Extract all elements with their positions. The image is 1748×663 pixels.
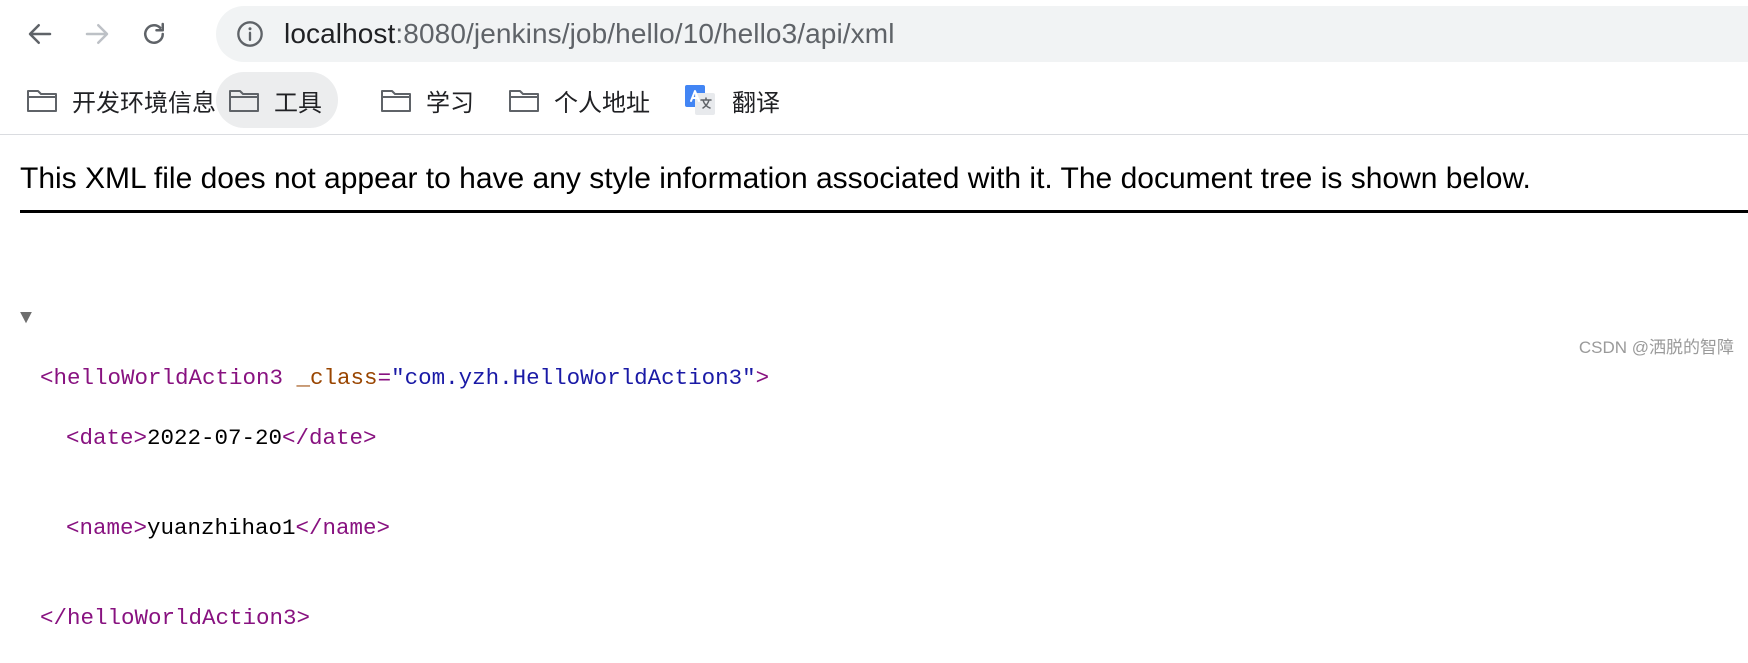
xml-name-element: <name>yuanzhihao1</name> — [66, 513, 390, 543]
address-bar[interactable]: localhost:8080/jenkins/job/hello/10/hell… — [216, 6, 1748, 62]
bookmark-label: 学习 — [426, 89, 474, 117]
xml-tag: </date> — [282, 425, 377, 451]
bookmark-label: 开发环境信息 — [72, 89, 216, 117]
xml-tag: <date> — [66, 425, 148, 451]
bookmark-folder-tools[interactable]: 工具 — [216, 72, 338, 128]
folder-icon — [27, 90, 57, 112]
watermark: CSDN @洒脱的智障 — [1578, 338, 1734, 357]
url-path: :8080/jenkins/job/hello/10/hello3/api/xm… — [395, 18, 895, 49]
google-translate-icon — [685, 85, 715, 115]
xml-tag: <name> — [66, 515, 148, 541]
xml-style-notice: This XML file does not appear to have an… — [20, 162, 1531, 195]
bookmark-folder-dev-env[interactable]: 开发环境信息 — [14, 72, 228, 128]
arrow-right-icon — [85, 24, 109, 44]
back-button[interactable] — [20, 14, 60, 54]
xml-text-value: 2022-07-20 — [147, 425, 283, 451]
folder-icon — [509, 90, 539, 112]
xml-date-line: <date>2022-07-20</date> — [0, 393, 1600, 451]
bookmark-label: 翻译 — [732, 89, 780, 117]
xml-document-tree: ▼ <helloWorldAction3 _class="com.yzh.Hel… — [0, 243, 1600, 633]
reload-button[interactable] — [134, 14, 174, 54]
forward-button[interactable] — [77, 14, 117, 54]
bookmark-folder-personal[interactable]: 个人地址 — [496, 72, 662, 128]
folder-icon — [229, 90, 259, 112]
bookmark-translate[interactable]: 翻译 — [672, 72, 792, 128]
bookmark-folder-study[interactable]: 学习 — [368, 72, 486, 128]
divider — [20, 210, 1748, 213]
bookmark-label: 个人地址 — [554, 89, 650, 117]
reload-icon — [144, 22, 164, 44]
collapse-toggle-icon[interactable]: ▼ — [20, 304, 32, 334]
xml-root-open: <helloWorldAction3 _class="com.yzh.Hello… — [40, 363, 769, 393]
xml-attribute-equals: = — [377, 365, 392, 391]
xml-tag-end: > — [755, 365, 770, 391]
bookmarks-bar: 开发环境信息 工具 学习 个人地址 翻译 — [0, 68, 1748, 135]
url-host: localhost — [284, 18, 396, 49]
arrow-left-icon — [28, 24, 52, 44]
url-text[interactable]: localhost:8080/jenkins/job/hello/10/hell… — [284, 18, 895, 50]
info-icon[interactable] — [236, 20, 264, 48]
xml-attribute-name: _class — [283, 365, 378, 391]
xml-tag: <helloWorldAction3 — [40, 365, 284, 391]
xml-tag: </name> — [295, 515, 391, 541]
browser-toolbar: localhost:8080/jenkins/job/hello/10/hell… — [0, 0, 1748, 68]
xml-text-value: yuanzhihao1 — [147, 515, 296, 541]
xml-name-line: <name>yuanzhihao1</name> — [0, 483, 1600, 541]
bookmark-label: 工具 — [274, 89, 322, 117]
xml-root-open-line: ▼ <helloWorldAction3 _class="com.yzh.Hel… — [0, 303, 1600, 391]
xml-root-close: </helloWorldAction3> — [40, 605, 311, 631]
xml-date-element: <date>2022-07-20</date> — [66, 423, 377, 453]
xml-attribute-value: "com.yzh.HelloWorldAction3" — [391, 365, 756, 391]
xml-root-close-line: </helloWorldAction3> — [0, 573, 1600, 631]
folder-icon — [381, 90, 411, 112]
